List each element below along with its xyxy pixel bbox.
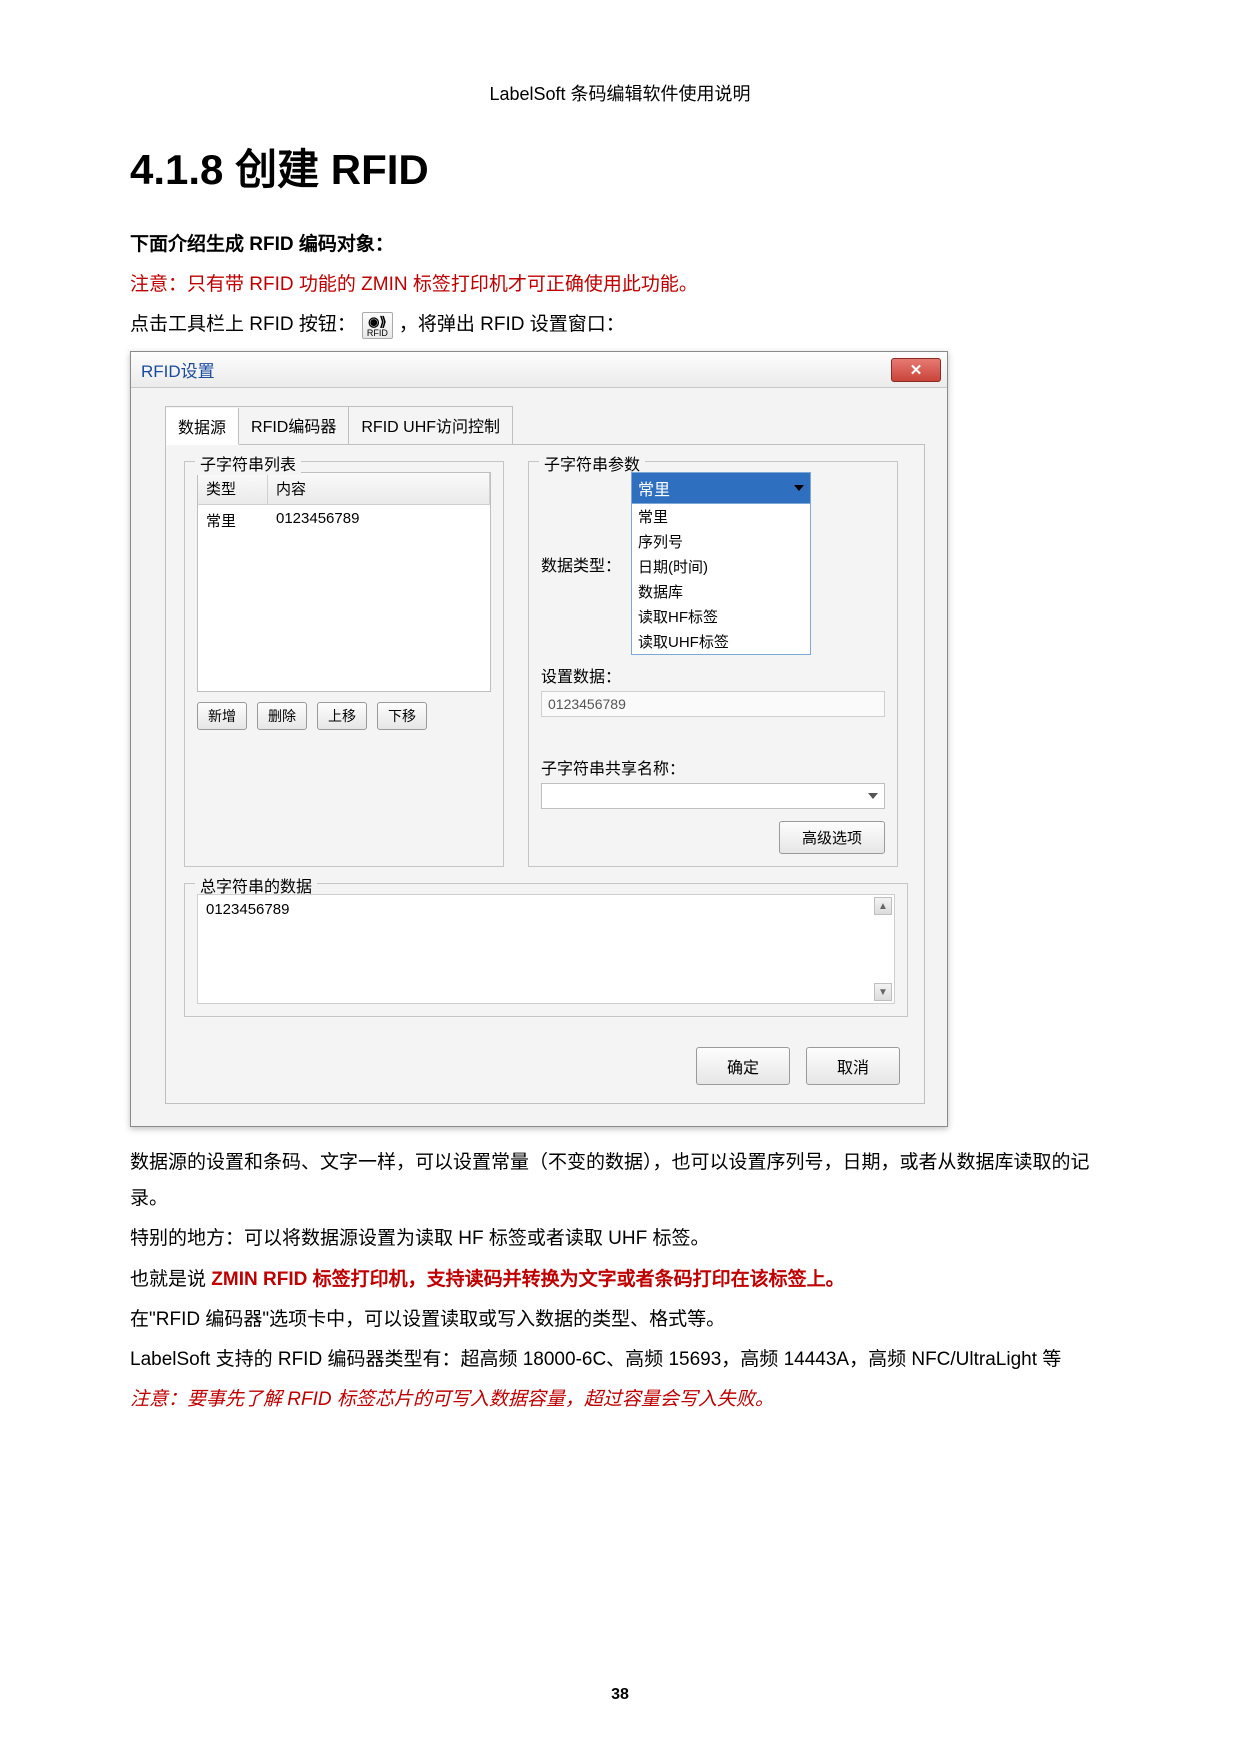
chevron-down-icon: [868, 793, 878, 799]
ok-button[interactable]: 确定: [696, 1047, 790, 1085]
after-para-1: 数据源的设置和条码、文字一样，可以设置常量（不变的数据），也可以设置序列号，日期…: [130, 1145, 1110, 1217]
substring-params-legend: 子字符串参数: [539, 451, 645, 475]
total-string-area[interactable]: 0123456789 ▲ ▼: [197, 894, 895, 1004]
scroll-up-icon[interactable]: ▲: [874, 897, 892, 915]
set-data-label: 设置数据：: [541, 663, 621, 687]
set-data-field[interactable]: 0123456789: [541, 691, 885, 717]
rfid-icon: ◉⟫ RFID: [362, 312, 393, 339]
substring-table[interactable]: 类型 内容 常里 0123456789: [197, 472, 491, 692]
cell-content: 0123456789: [268, 505, 490, 536]
share-name-label: 子字符串共享名称：: [541, 755, 685, 779]
move-up-button[interactable]: 上移: [317, 702, 367, 730]
share-name-combo[interactable]: [541, 783, 885, 809]
cell-type: 常里: [198, 505, 268, 536]
intro-line: 下面介绍生成 RFID 编码对象：: [130, 227, 1110, 263]
opt-read-hf[interactable]: 读取HF标签: [632, 604, 810, 629]
page-number: 38: [0, 1686, 1240, 1704]
data-type-combo[interactable]: 常里 常里 序列号 日期(时间) 数据库 读取HF标签 读取UHF标签: [631, 472, 811, 655]
after-para-3: 也就是说 ZMIN RFID 标签打印机，支持读码并转换为文字或者条码打印在该标…: [130, 1262, 1110, 1298]
dialog-title: RFID设置: [141, 357, 215, 382]
substring-list-legend: 子字符串列表: [195, 451, 301, 475]
opt-datetime[interactable]: 日期(时间): [632, 554, 810, 579]
dialog-tabs: 数据源 RFID编码器 RFID UHF访问控制: [165, 406, 513, 444]
toolbar-text-after: ，将弹出 RFID 设置窗口：: [399, 307, 625, 343]
rfid-icon-glyph: ◉⟫: [368, 315, 387, 328]
tab-encoder[interactable]: RFID编码器: [239, 407, 349, 444]
after-para-4: 在"RFID 编码器"选项卡中，可以设置读取或写入数据的类型、格式等。: [130, 1302, 1110, 1338]
total-string-value: 0123456789: [206, 901, 289, 918]
after3-highlight: ZMIN RFID 标签打印机，支持读码并转换为文字或者条码打印在该标签上。: [211, 1269, 844, 1290]
data-type-label: 数据类型：: [541, 552, 621, 576]
opt-read-uhf[interactable]: 读取UHF标签: [632, 629, 810, 654]
dialog-titlebar: RFID设置 ✕: [131, 352, 947, 388]
after-para-5: LabelSoft 支持的 RFID 编码器类型有：超高频 18000-6C、高…: [130, 1342, 1110, 1378]
table-row[interactable]: 常里 0123456789: [198, 505, 490, 536]
scroll-down-icon[interactable]: ▼: [874, 983, 892, 1001]
add-button[interactable]: 新增: [197, 702, 247, 730]
delete-button[interactable]: 删除: [257, 702, 307, 730]
section-title: 4.1.8 创建 RFID: [130, 136, 1110, 197]
opt-database[interactable]: 数据库: [632, 579, 810, 604]
after-para-2: 特别的地方：可以将数据源设置为读取 HF 标签或者读取 UHF 标签。: [130, 1221, 1110, 1257]
tab-uhf-access[interactable]: RFID UHF访问控制: [349, 407, 512, 444]
close-button[interactable]: ✕: [891, 358, 941, 382]
opt-constant[interactable]: 常里: [632, 504, 810, 529]
move-down-button[interactable]: 下移: [377, 702, 427, 730]
rfid-icon-caption: RFID: [367, 329, 388, 338]
data-type-options: 常里 序列号 日期(时间) 数据库 读取HF标签 读取UHF标签: [632, 503, 810, 654]
toolbar-instruction: 点击工具栏上 RFID 按钮： ◉⟫ RFID ，将弹出 RFID 设置窗口：: [130, 307, 1110, 343]
col-type: 类型: [198, 473, 268, 505]
substring-params-group: 子字符串参数 数据类型： 常里 常里 序列号: [528, 461, 898, 867]
rfid-settings-dialog: RFID设置 ✕ 数据源 RFID编码器 RFID UHF访问控制 子字符串列表…: [130, 351, 948, 1127]
opt-serial[interactable]: 序列号: [632, 529, 810, 554]
tab-datasource[interactable]: 数据源: [166, 408, 239, 445]
substring-list-group: 子字符串列表 类型 内容 常里 0123456789: [184, 461, 504, 867]
chevron-down-icon: [794, 485, 804, 491]
total-string-group: 总字符串的数据 0123456789 ▲ ▼: [184, 883, 908, 1017]
cancel-button[interactable]: 取消: [806, 1047, 900, 1085]
toolbar-text-before: 点击工具栏上 RFID 按钮：: [130, 307, 356, 343]
advanced-button[interactable]: 高级选项: [779, 821, 885, 854]
after3-pre: 也就是说: [130, 1269, 211, 1290]
col-content: 内容: [268, 473, 490, 505]
data-type-selected: 常里: [638, 476, 670, 500]
doc-header: LabelSoft 条码编辑软件使用说明: [130, 80, 1110, 106]
warning-2: 注意：要事先了解 RFID 标签芯片的可写入数据容量，超过容量会写入失败。: [130, 1382, 1110, 1418]
warning-1: 注意：只有带 RFID 功能的 ZMIN 标签打印机才可正确使用此功能。: [130, 267, 1110, 303]
